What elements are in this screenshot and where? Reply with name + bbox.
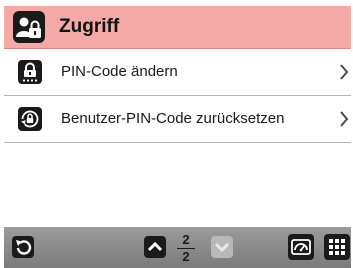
page-up-button[interactable] <box>144 236 166 258</box>
access-screen: Zugriff PIN-Code ändern Benutzer-PIN-Cod… <box>0 0 353 268</box>
menu-item-label: Benutzer-PIN-Code zurücksetzen <box>61 110 285 127</box>
total-pages: 2 <box>182 249 190 264</box>
bottom-toolbar: 2 2 <box>4 228 351 268</box>
back-button[interactable] <box>12 236 34 258</box>
back-arrow-icon <box>16 240 32 255</box>
page-indicator: 2 2 <box>174 231 198 265</box>
menu-item-reset-user-pin[interactable]: Benutzer-PIN-Code zurücksetzen <box>4 96 351 143</box>
current-page: 2 <box>182 232 190 247</box>
main-menu-button[interactable] <box>324 234 350 260</box>
empty-list-area <box>4 143 351 228</box>
grid-menu-icon <box>329 239 345 255</box>
menu-item-label: PIN-Code ändern <box>61 63 178 80</box>
chevron-up-icon <box>147 241 163 252</box>
menu-item-change-pin[interactable]: PIN-Code ändern <box>4 49 351 96</box>
reset-lock-icon <box>18 107 42 131</box>
header-bar: Zugriff <box>4 6 351 49</box>
pin-lock-icon <box>18 60 42 84</box>
chevron-right-icon <box>340 64 349 80</box>
chevron-right-icon <box>340 111 349 127</box>
chevron-down-icon <box>214 242 230 253</box>
dashboard-button[interactable] <box>288 234 314 260</box>
user-lock-icon <box>13 11 45 43</box>
page-down-button[interactable] <box>211 236 233 258</box>
dashboard-gauge-icon <box>291 239 311 255</box>
page-title: Zugriff <box>59 16 120 37</box>
